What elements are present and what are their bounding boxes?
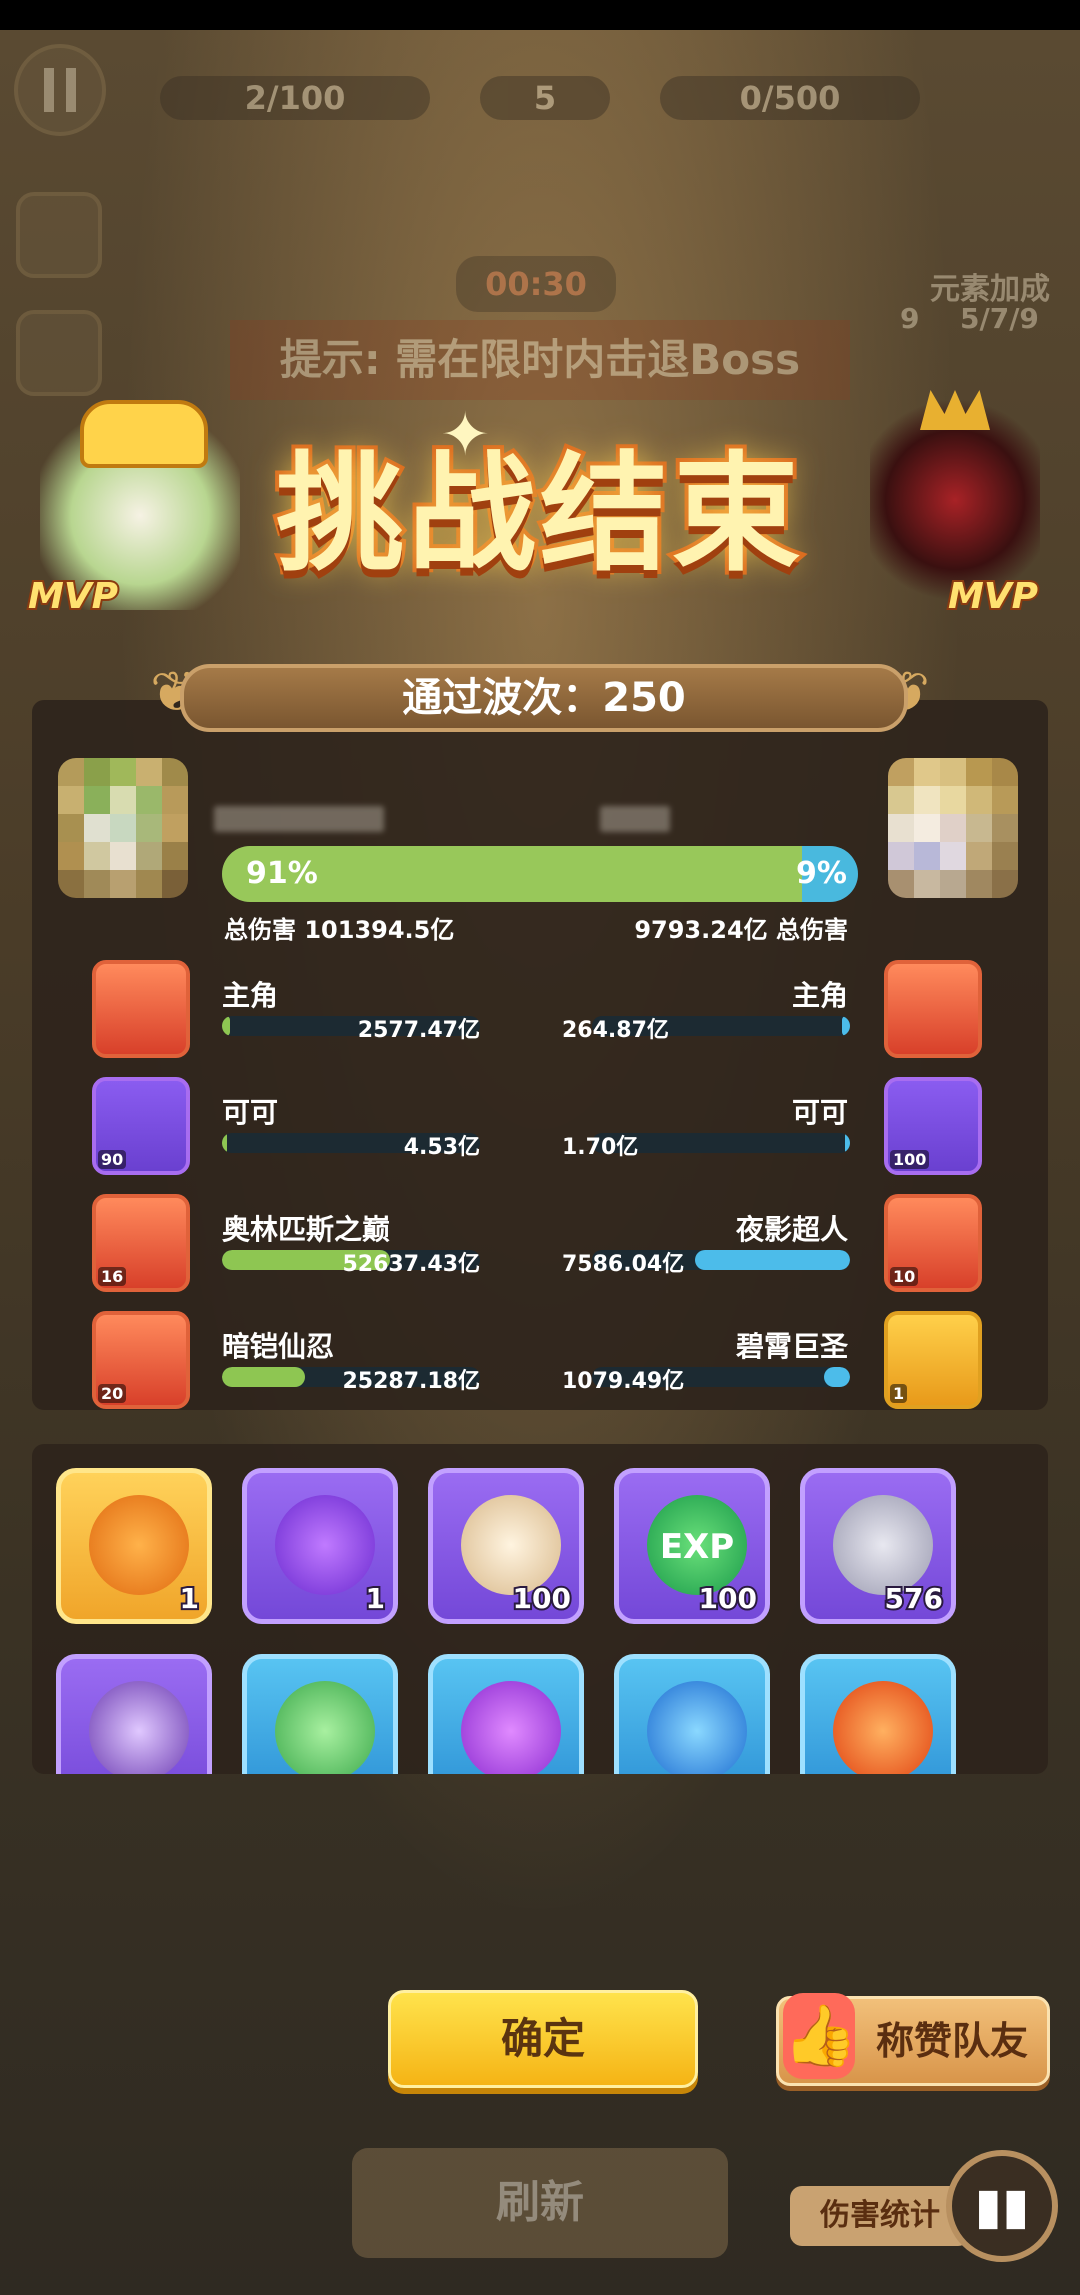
sparkle-icon: ✦ bbox=[440, 400, 491, 470]
pause-button[interactable] bbox=[14, 44, 106, 136]
hero-damage-left: 2577.47亿 bbox=[357, 1018, 480, 1043]
hint-banner: 提示: 需在限时内击退Boss bbox=[230, 320, 850, 400]
sun-counter: 5 bbox=[480, 76, 610, 120]
hero-icon-left[interactable]: 90 bbox=[92, 1077, 190, 1175]
reward-item[interactable] bbox=[56, 1654, 212, 1774]
hero-icon-right[interactable] bbox=[884, 960, 982, 1058]
hero-name-left: 暗铠仙忍 bbox=[222, 1330, 335, 1363]
hero-name-left: 奥林匹斯之巅 bbox=[222, 1213, 391, 1246]
mvp-badge-right: MVP bbox=[946, 574, 1040, 619]
silver-coin-icon bbox=[833, 1495, 933, 1595]
hero-level-left: 90 bbox=[98, 1150, 127, 1169]
hero-name-right: 碧霄巨圣 bbox=[735, 1330, 848, 1363]
coin-counter: 0/500 bbox=[660, 76, 920, 120]
hero-damage-fill-right bbox=[695, 1250, 850, 1270]
reward-count: 1 bbox=[363, 1580, 387, 1617]
food-bowl-icon bbox=[461, 1495, 561, 1595]
purple-emblem-icon bbox=[89, 1681, 189, 1774]
golden-potion-icon bbox=[89, 1495, 189, 1595]
hero-damage-right: 1079.49亿 bbox=[562, 1369, 685, 1394]
rewards-panel: 1 1 100 EXP 100 576 bbox=[32, 1444, 1048, 1774]
hero-name-right: 夜影超人 bbox=[735, 1213, 848, 1246]
hero-icon-right[interactable]: 10 bbox=[884, 1194, 982, 1292]
map-button[interactable] bbox=[16, 192, 102, 278]
total-damage-right: 9793.24亿 总伤害 bbox=[634, 916, 848, 944]
hero-icon-left[interactable]: 20 bbox=[92, 1311, 190, 1409]
player-name-right bbox=[600, 806, 670, 832]
reward-count: 100 bbox=[697, 1580, 759, 1617]
bar-chart-icon[interactable]: ▮▮ bbox=[946, 2150, 1058, 2262]
hero-damage-fill-right bbox=[844, 1133, 850, 1153]
hero-damage-fill-left bbox=[222, 1367, 305, 1387]
reward-item[interactable]: 1 bbox=[242, 1468, 398, 1624]
challenge-end-title: 挑战结束 bbox=[272, 436, 804, 593]
fire-sprout-orb-icon bbox=[833, 1681, 933, 1774]
reward-count: 100 bbox=[511, 1580, 573, 1617]
hero-damage-right: 7586.04亿 bbox=[562, 1252, 685, 1277]
player-name-left bbox=[214, 806, 384, 832]
crown-icon bbox=[920, 390, 990, 430]
right-percent: 9% bbox=[796, 856, 847, 891]
player-avatar-right[interactable] bbox=[888, 758, 1018, 898]
hero-damage-fill-left bbox=[222, 1133, 228, 1153]
hero-name-right: 可可 bbox=[791, 1096, 848, 1129]
thumbs-up-icon: 👍 bbox=[783, 1993, 858, 2079]
confirm-button[interactable]: 确定 bbox=[388, 1990, 698, 2088]
hero-icon-right[interactable]: 1 bbox=[884, 1311, 982, 1409]
hero-level-right: 1 bbox=[890, 1384, 908, 1403]
exp-badge-icon: EXP bbox=[647, 1495, 747, 1595]
reward-count: 1 bbox=[177, 1580, 201, 1617]
total-damage-left: 总伤害 101394.5亿 bbox=[224, 916, 455, 944]
hero-damage-left: 4.53亿 bbox=[403, 1135, 480, 1160]
reward-item[interactable] bbox=[242, 1654, 398, 1774]
reward-count: 576 bbox=[883, 1580, 945, 1617]
hero-name-right: 主角 bbox=[791, 979, 848, 1012]
hero-name-left: 可可 bbox=[222, 1096, 279, 1129]
reward-item[interactable]: 1 bbox=[56, 1468, 212, 1624]
green-sprout-orb-icon bbox=[275, 1681, 375, 1774]
mvp-badge-left: MVP bbox=[26, 574, 120, 619]
hero-damage-right: 1.70亿 bbox=[562, 1135, 639, 1160]
blue-sprout-orb-icon bbox=[647, 1681, 747, 1774]
purple-potion-icon bbox=[275, 1495, 375, 1595]
purple-sprout-orb-icon bbox=[461, 1681, 561, 1774]
hero-level-left: 20 bbox=[98, 1384, 127, 1403]
wave-banner: 通过波次：250 bbox=[180, 664, 908, 732]
damage-stats-button[interactable]: 伤害统计 bbox=[790, 2186, 970, 2246]
reward-item[interactable] bbox=[428, 1654, 584, 1774]
crown-icon bbox=[80, 400, 208, 468]
hero-icon-left[interactable]: 16 bbox=[92, 1194, 190, 1292]
refresh-button[interactable]: 刷新 bbox=[352, 2148, 728, 2258]
hero-level-right: 100 bbox=[890, 1150, 930, 1169]
timer: 00:30 bbox=[456, 256, 616, 312]
status-bar bbox=[0, 0, 1080, 30]
element-bonus-level: 9 bbox=[900, 302, 920, 335]
hero-level-right: 10 bbox=[890, 1267, 919, 1286]
hero-damage-fill-left bbox=[222, 1016, 230, 1036]
reward-item[interactable] bbox=[614, 1654, 770, 1774]
hero-damage-left: 52637.43亿 bbox=[342, 1252, 480, 1277]
reward-item[interactable] bbox=[800, 1654, 956, 1774]
wave-counter: 2/100 bbox=[160, 76, 430, 120]
hero-damage-right: 264.87亿 bbox=[562, 1018, 669, 1043]
hero-name-left: 主角 bbox=[222, 979, 279, 1012]
left-percent: 91% bbox=[246, 856, 318, 891]
element-bonus-value: 5/7/9 bbox=[960, 302, 1039, 335]
exp-text: EXP bbox=[659, 1527, 735, 1567]
hero-icon-right[interactable]: 100 bbox=[884, 1077, 982, 1175]
reward-item[interactable]: 100 bbox=[428, 1468, 584, 1624]
hero-level-left: 16 bbox=[98, 1267, 127, 1286]
reward-item[interactable]: 576 bbox=[800, 1468, 956, 1624]
hero-damage-left: 25287.18亿 bbox=[342, 1369, 480, 1394]
hero-damage-fill-right bbox=[824, 1367, 850, 1387]
wave-value: 250 bbox=[602, 675, 686, 721]
hero-damage-fill-right bbox=[842, 1016, 850, 1036]
praise-label: 称赞队友 bbox=[875, 2019, 1028, 2063]
praise-teammate-button[interactable]: 👍 称赞队友 bbox=[776, 1993, 1050, 2086]
reward-item[interactable]: EXP 100 bbox=[614, 1468, 770, 1624]
wave-label: 通过波次： bbox=[402, 675, 603, 721]
stats-button[interactable] bbox=[16, 310, 102, 396]
hero-icon-left[interactable] bbox=[92, 960, 190, 1058]
player-avatar-left[interactable] bbox=[58, 758, 188, 898]
